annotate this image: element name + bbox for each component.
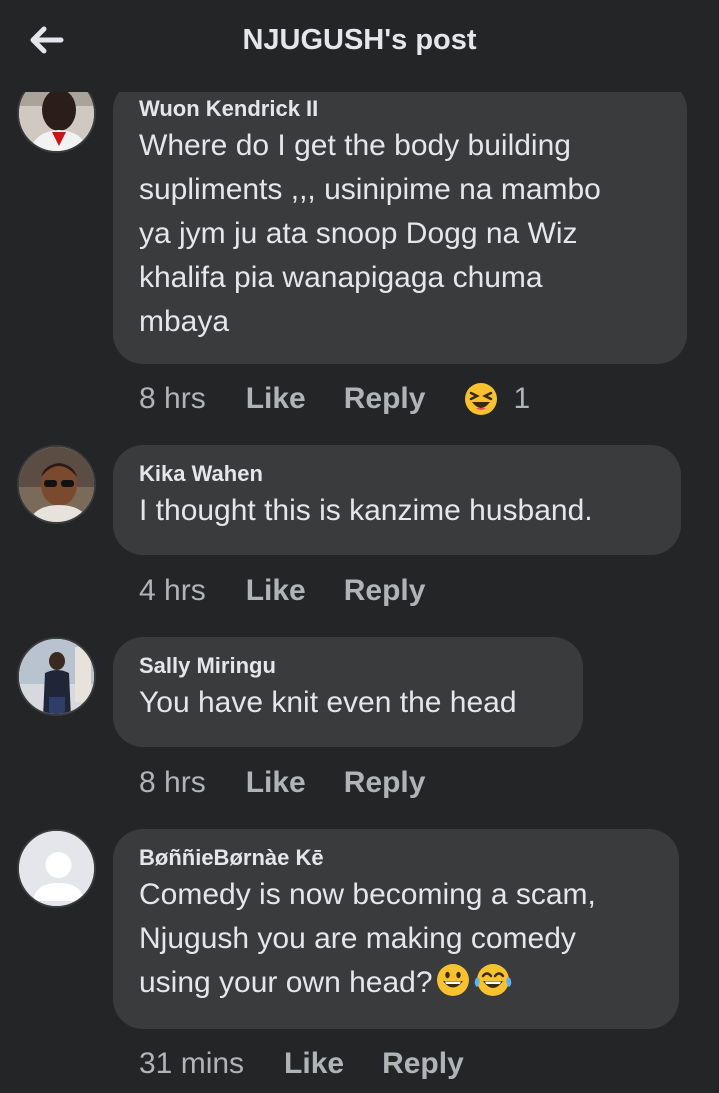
comment-bubble[interactable]: Kika Wahen I thought this is kanzime hus… bbox=[113, 445, 681, 555]
comment-time[interactable]: 31 mins bbox=[139, 1047, 244, 1081]
avatar-sally-miringu[interactable] bbox=[17, 637, 96, 716]
comment-actions: 8 hrs Like Reply bbox=[139, 763, 463, 803]
reaction-summary[interactable]: 1 bbox=[463, 381, 530, 417]
comment-text: You have knit even the head bbox=[139, 686, 517, 719]
comment-author[interactable]: Kika Wahen bbox=[139, 459, 655, 489]
comment-text: I thought this is kanzime husband. bbox=[139, 494, 593, 527]
reply-button[interactable]: Reply bbox=[344, 766, 426, 800]
grinning-emoji-icon bbox=[436, 964, 469, 996]
laughing-squint-emoji-icon bbox=[465, 383, 498, 415]
comment-bubble[interactable]: Sally Miringu You have knit even the hea… bbox=[113, 637, 583, 747]
comment-text: Comedy is now becoming a scam, Njugush y… bbox=[139, 878, 596, 999]
reply-button[interactable]: Reply bbox=[382, 1047, 464, 1081]
like-button[interactable]: Like bbox=[246, 574, 306, 608]
comment-author[interactable]: Wuon Kendrick II bbox=[139, 94, 661, 124]
like-button[interactable]: Like bbox=[284, 1047, 344, 1081]
tears-of-joy-emoji-icon bbox=[474, 964, 511, 996]
comment-actions: 31 mins Like Reply bbox=[139, 1044, 502, 1084]
top-bar: NJUGUSH's post bbox=[0, 0, 719, 92]
avatar-kika-wahen[interactable] bbox=[17, 445, 96, 524]
comment-bubble[interactable]: BøññieBørnàe Kē Comedy is now becoming a… bbox=[113, 829, 679, 1029]
comment-author[interactable]: Sally Miringu bbox=[139, 651, 557, 681]
comment-actions: 8 hrs Like Reply 1 bbox=[139, 379, 530, 419]
comment-time[interactable]: 4 hrs bbox=[139, 574, 206, 608]
comments-feed[interactable]: Wuon Kendrick II Where do I get the body… bbox=[0, 0, 719, 1093]
comment-author[interactable]: BøññieBørnàe Kē bbox=[139, 843, 653, 873]
comment-time[interactable]: 8 hrs bbox=[139, 382, 206, 416]
reply-button[interactable]: Reply bbox=[344, 574, 426, 608]
comment-bubble[interactable]: Wuon Kendrick II Where do I get the body… bbox=[113, 80, 687, 364]
comment-text: Where do I get the body building suplime… bbox=[139, 129, 601, 338]
page-title: NJUGUSH's post bbox=[242, 24, 477, 56]
avatar-default-placeholder[interactable] bbox=[17, 829, 96, 908]
reaction-count: 1 bbox=[513, 382, 531, 415]
comment-actions: 4 hrs Like Reply bbox=[139, 571, 463, 611]
default-user-icon bbox=[19, 831, 94, 906]
comment-time[interactable]: 8 hrs bbox=[139, 766, 206, 800]
like-button[interactable]: Like bbox=[246, 382, 306, 416]
like-button[interactable]: Like bbox=[246, 766, 306, 800]
reply-button[interactable]: Reply bbox=[344, 382, 426, 416]
